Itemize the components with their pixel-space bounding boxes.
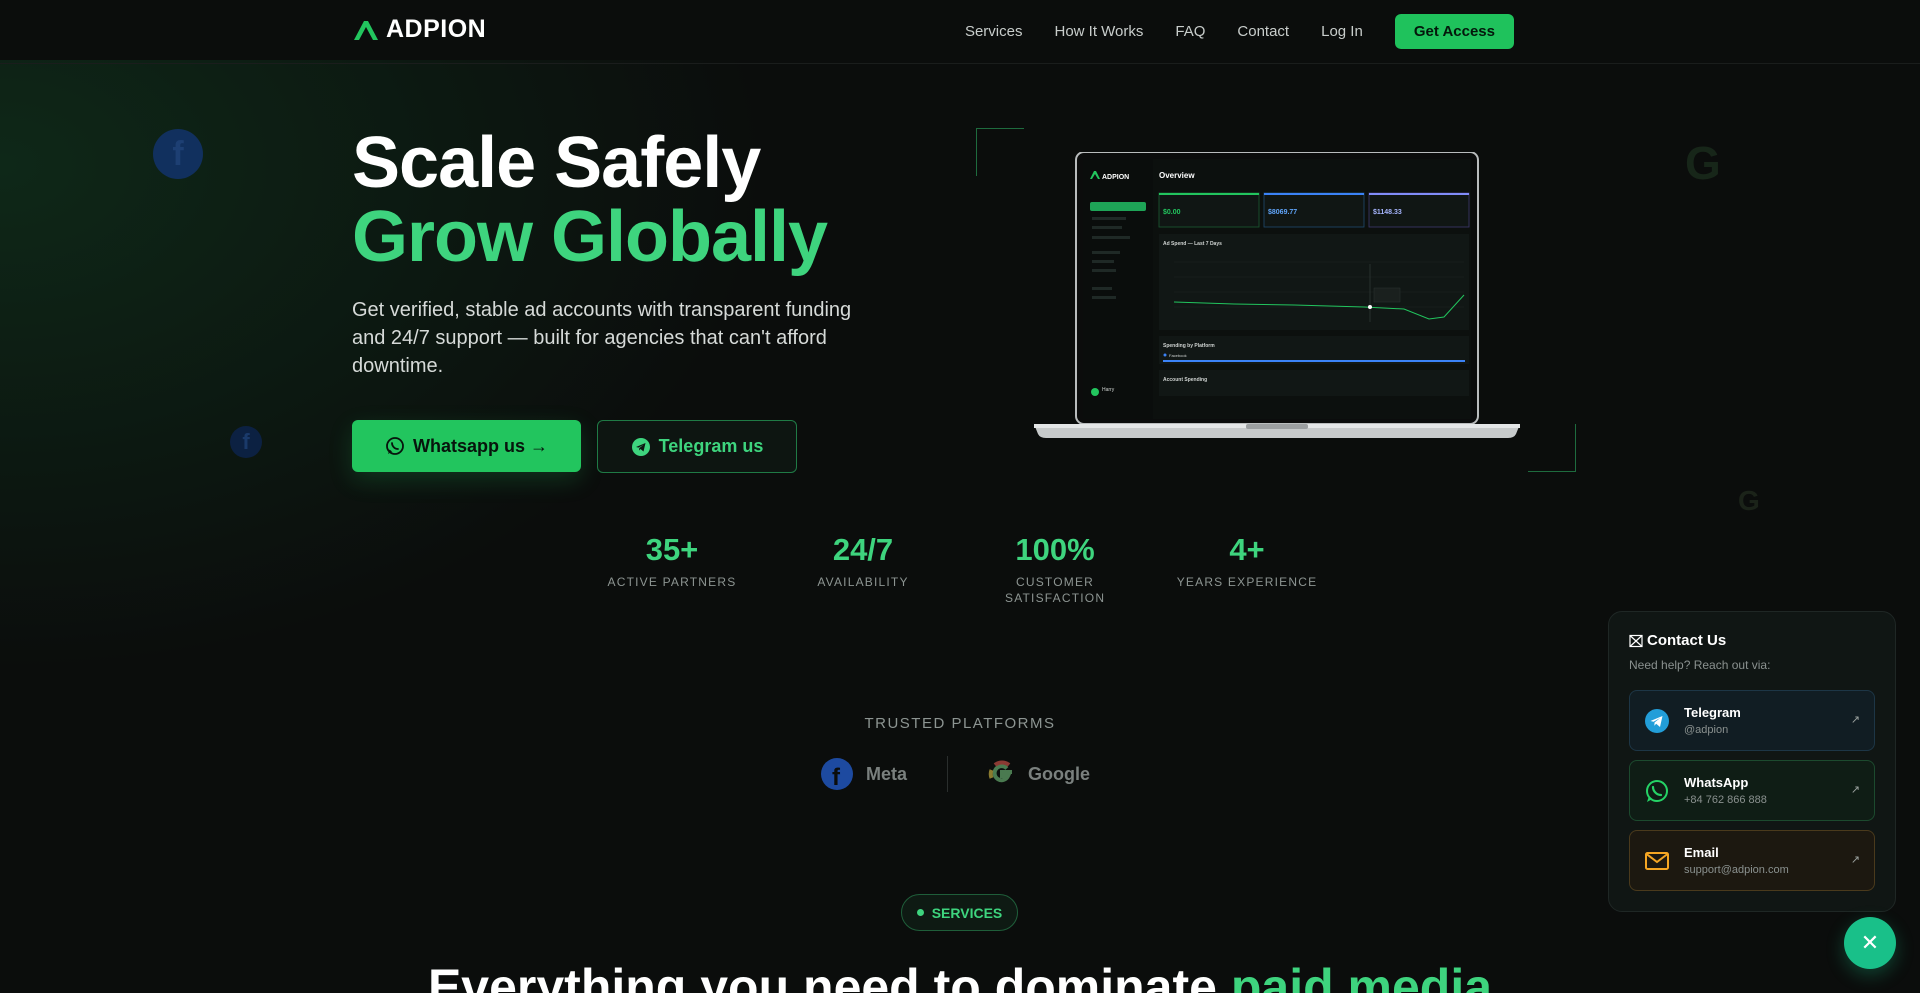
services-dot [916, 909, 924, 916]
platform-meta: f Meta [820, 757, 907, 791]
contact-whatsapp[interactable]: WhatsApp +84 762 866 888 ↗ [1629, 760, 1875, 821]
external-link-icon: ↗ [1850, 714, 1860, 726]
hero-subtitle: Get verified, stable ad accounts with tr… [352, 299, 852, 377]
external-link-icon: ↗ [1850, 854, 1860, 866]
frame-corner [976, 128, 1024, 176]
external-link-icon: ↗ [1850, 784, 1860, 796]
platform-logos: f Meta Google [820, 756, 1090, 792]
contact-whatsapp-text: WhatsApp +84 762 866 888 [1684, 775, 1767, 806]
frame-corner [1528, 424, 1576, 472]
google-icon [988, 760, 1013, 783]
facebook-icon: f [821, 758, 853, 791]
contact-widget-subtitle: Need help? Reach out via: [1629, 658, 1771, 672]
logo-text: ADPION [386, 15, 487, 43]
dashboard-account-title: Account Spending [1163, 377, 1207, 383]
dashboard-card-2-value: $8069.77 [1268, 209, 1297, 216]
stat-customer-satisfaction: 100% Customer Satisfaction [975, 532, 1135, 606]
platform-google-label: Google [1028, 763, 1091, 784]
hero-title-line2: Grow Globally [352, 197, 828, 277]
stat-label: Active Partners [607, 575, 737, 589]
stat-availability: 24/7 Availability [783, 532, 943, 590]
hero-title-line1: Scale Safely [352, 123, 761, 203]
contact-telegram-name: Telegram [1684, 705, 1741, 720]
nav-link-login[interactable]: Log In [1321, 23, 1363, 40]
contact-whatsapp-value: +84 762 866 888 [1684, 794, 1767, 806]
platform-divider [947, 756, 949, 792]
stat-value: 35+ [645, 532, 699, 567]
nav-link-services[interactable]: Services [965, 23, 1023, 40]
facebook-icon: f [153, 129, 203, 179]
svg-text:f: f [832, 764, 841, 791]
services-title: Everything you need to dominate paid med… [360, 958, 1560, 993]
mail-icon [1645, 851, 1669, 870]
stat-years-experience: 4+ Years Experience [1167, 532, 1327, 590]
contact-widget-title: Contact Us [1629, 632, 1875, 649]
whatsapp-icon [1646, 779, 1668, 802]
telegram-button-label: Telegram us [658, 436, 764, 456]
stat-active-partners: 35+ Active Partners [592, 532, 752, 590]
contact-telegram-value: @adpion [1684, 724, 1729, 736]
stat-value: 100% [1015, 532, 1095, 567]
trusted-platforms-heading: TRUSTED PLATFORMS [864, 715, 1056, 732]
google-icon: G [1685, 137, 1721, 189]
facebook-icon: f [230, 426, 262, 458]
services-title-start: Everything you need to dominate [427, 959, 1231, 993]
services-title-highlight: paid media [1230, 959, 1493, 993]
whatsapp-button-label: Whatsapp us → [412, 435, 548, 456]
close-contact-button[interactable]: ✕ [1844, 917, 1896, 969]
whatsapp-icon [386, 437, 404, 455]
nav-link-contact[interactable]: Contact [1237, 23, 1289, 40]
telegram-icon [1645, 708, 1669, 733]
whatsapp-button[interactable]: Whatsapp us → [352, 420, 581, 472]
nav-link-how-it-works[interactable]: How It Works [1054, 23, 1143, 40]
google-icon: G [1738, 485, 1760, 516]
contact-email-name: Email [1684, 845, 1719, 860]
hero-title: Scale Safely Grow Globally [352, 123, 828, 277]
dashboard-preview: ADPION Harry Overview $0.00 $8069.77 $11… [1034, 151, 1520, 438]
nav-link-faq[interactable]: FAQ [1175, 23, 1205, 40]
dashboard-card-1-value: $0.00 [1163, 209, 1181, 216]
contact-telegram[interactable]: Telegram @adpion ↗ [1629, 690, 1875, 751]
contact-email-text: Email support@adpion.com [1684, 845, 1789, 876]
dashboard-chart-title: Ad Spend — Last 7 Days [1163, 241, 1222, 247]
nav-links: Services How It Works FAQ Contact Log In… [933, 14, 1514, 49]
services-pill-label: SERVICES [931, 904, 1003, 921]
contact-telegram-text: Telegram @adpion [1684, 705, 1741, 736]
dashboard-card-3-value: $1148.33 [1373, 209, 1402, 216]
contact-whatsapp-name: WhatsApp [1684, 775, 1749, 790]
laptop-mockup: ADPION Harry Overview $0.00 $8069.77 $11… [1034, 151, 1520, 442]
mail-icon [1629, 634, 1643, 647]
telegram-icon [631, 437, 650, 456]
dashboard-platform-title: Spending by Platform [1163, 343, 1215, 349]
logo[interactable]: ADPION [352, 15, 486, 44]
top-nav: ADPION Services How It Works FAQ Contact… [0, 0, 1920, 64]
dashboard-user: Harry [1102, 387, 1115, 393]
stat-label: Availability [817, 575, 909, 589]
logo-icon [354, 20, 378, 40]
platform-meta-label: Meta [866, 763, 908, 784]
platform-google: Google [988, 760, 1090, 788]
contact-widget: Contact Us Need help? Reach out via: Tel… [1608, 611, 1896, 912]
dashboard-platform-item: Facebook [1169, 353, 1187, 358]
dashboard-title: Overview [1159, 171, 1195, 180]
stat-label: Years Experience [1176, 575, 1318, 589]
contact-email[interactable]: Email support@adpion.com ↗ [1629, 830, 1875, 891]
stat-value: 24/7 [832, 532, 894, 567]
stat-value: 4+ [1229, 532, 1265, 567]
services-pill: SERVICES [901, 894, 1018, 931]
dashboard-logo: ADPION [1102, 174, 1129, 181]
stat-label: Customer Satisfaction [1005, 575, 1106, 605]
get-access-button[interactable]: Get Access [1394, 14, 1514, 49]
telegram-button[interactable]: Telegram us [597, 420, 797, 473]
contact-email-value: support@adpion.com [1684, 864, 1789, 876]
contact-widget-title-text: Contact Us [1647, 632, 1727, 649]
